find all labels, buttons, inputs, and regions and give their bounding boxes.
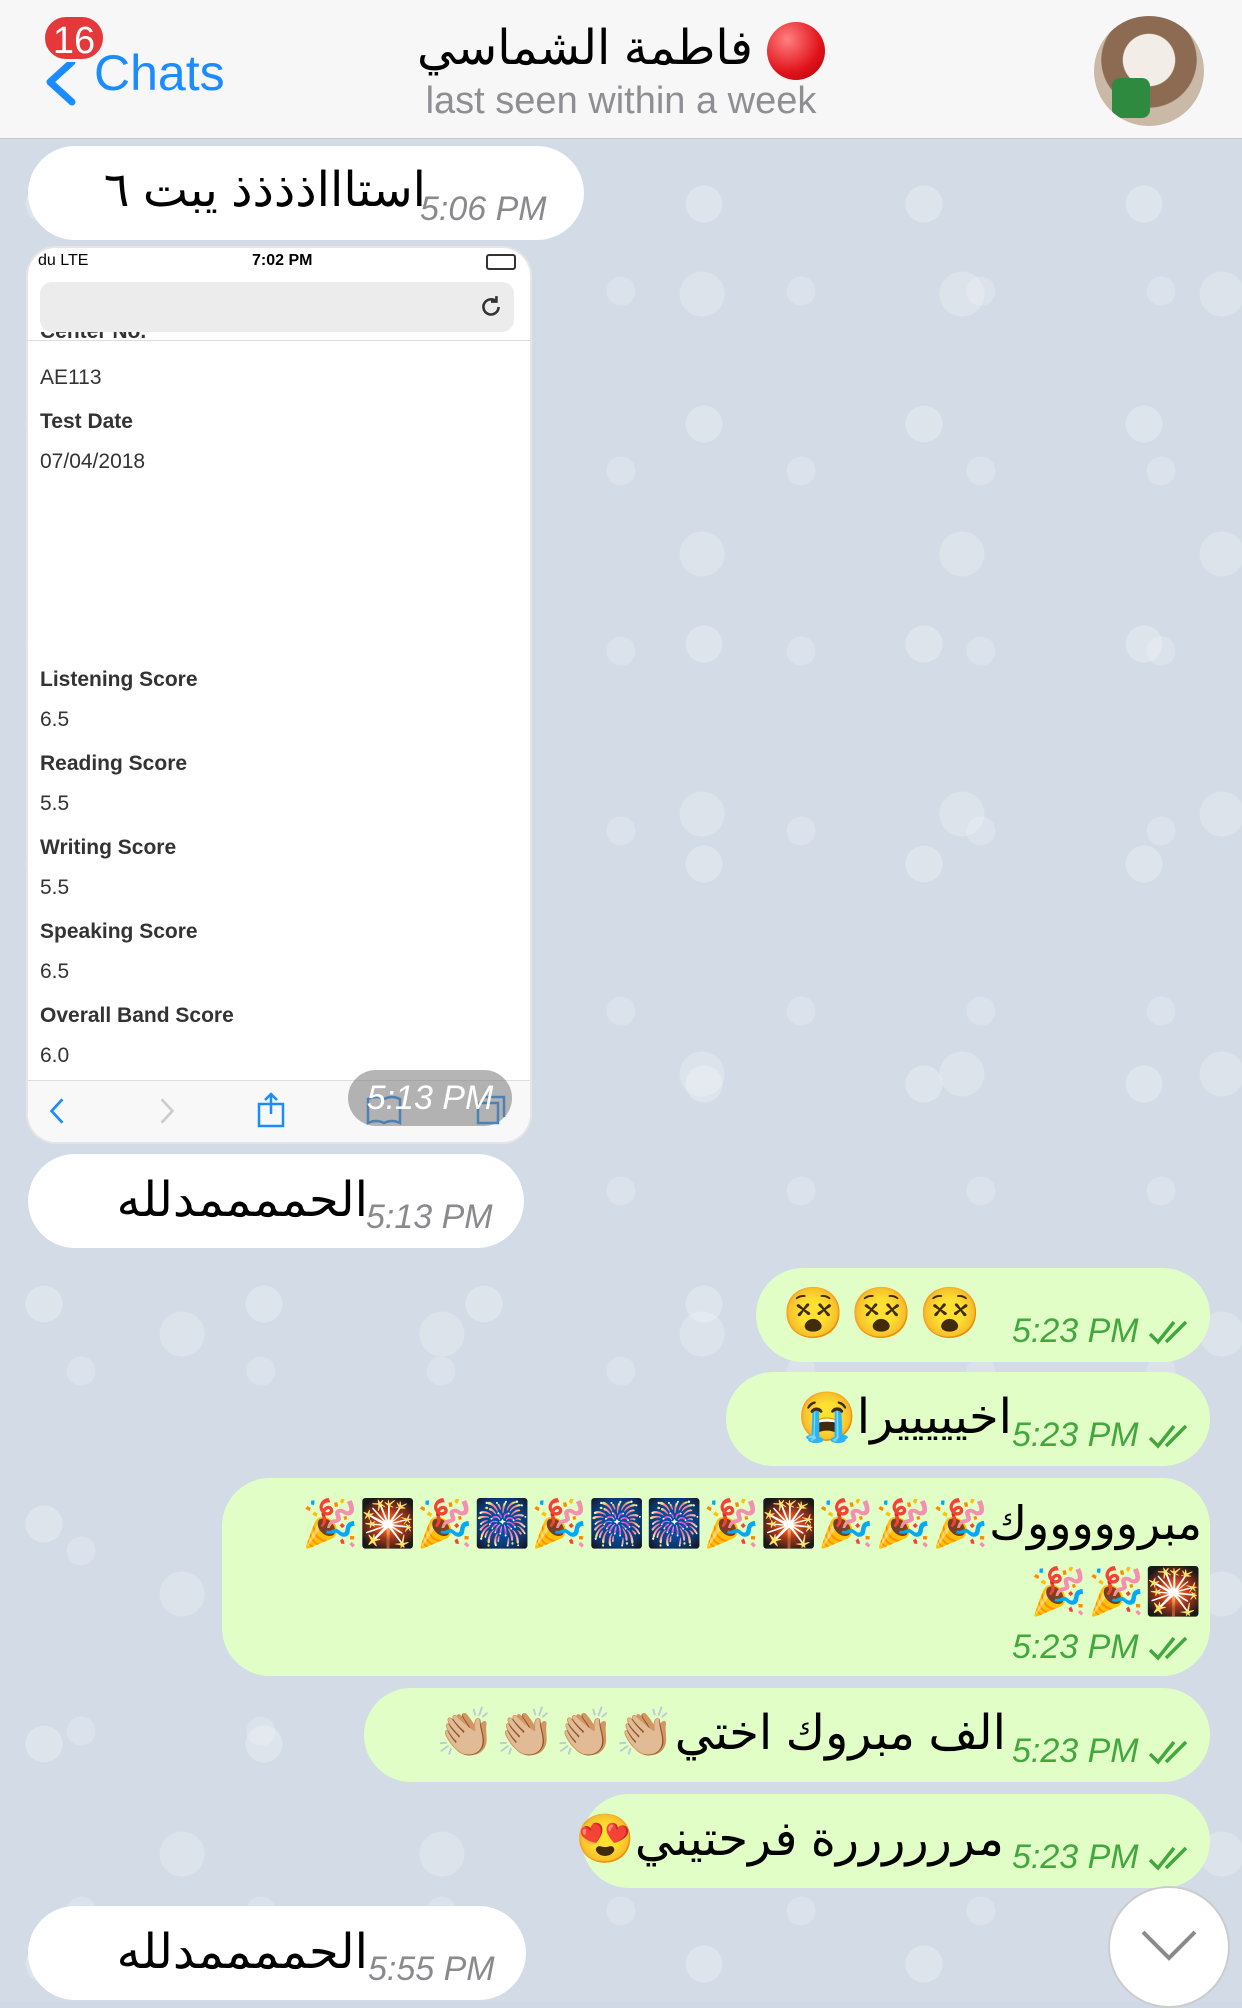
message-text: الحممممدلله: [116, 1926, 368, 1979]
screenshot-field-label: Test Date: [40, 410, 133, 433]
message-time: 5:23 PM: [1012, 1416, 1139, 1454]
double-check-icon: [1148, 1636, 1188, 1661]
screenshot-field-value: 6.5: [40, 708, 70, 731]
image-message[interactable]: du LTE 7:02 PM Center No. AE113 Test Dat…: [28, 248, 530, 1142]
message-bubble-outgoing[interactable]: اخيييييرا😭 5:23 PM: [726, 1372, 1210, 1466]
message-time: 5:55 PM: [368, 1950, 495, 1988]
message-text: اخيييييرا😭: [796, 1391, 1012, 1444]
message-bubble-incoming[interactable]: الحممممدلله 5:55 PM: [28, 1906, 526, 2000]
screenshot-field-value: 5.5: [40, 792, 70, 815]
message-text: الف مبروك اختي👏🏼👏🏼👏🏼👏🏼: [435, 1707, 1006, 1760]
reload-icon: [482, 296, 500, 316]
chevron-right-icon: [160, 1098, 175, 1124]
screenshot-url-bar: [40, 282, 514, 332]
battery-icon: [486, 254, 516, 270]
screenshot-status-bar: du LTE 7:02 PM: [28, 248, 530, 276]
message-time: 5:23 PM: [1012, 1838, 1139, 1876]
message-text: الحممممدلله: [116, 1174, 368, 1227]
message-bubble-outgoing[interactable]: مبروووووك🎉🎉🎉🎇🎉🎆🎆🎉🎆🎉🎇🎉 🎇🎉🎉 5:23 PM: [222, 1478, 1210, 1676]
message-bubble-incoming[interactable]: استاااذذذذ يبت ٦ 5:06 PM: [28, 146, 584, 240]
chevron-left-icon: [49, 1098, 64, 1124]
double-check-icon: [1148, 1320, 1188, 1345]
last-seen-status: last seen within a week: [425, 80, 817, 122]
message-bubble-outgoing[interactable]: الف مبروك اختي👏🏼👏🏼👏🏼👏🏼 5:23 PM: [364, 1688, 1210, 1782]
message-time: 5:13 PM: [366, 1198, 493, 1236]
message-text: استاااذذذذ يبت ٦: [103, 164, 426, 217]
screenshot-field-value: AE113: [40, 366, 102, 389]
screenshot-field-label: Reading Score: [40, 752, 188, 775]
screenshot-field-label: Speaking Score: [40, 920, 198, 943]
message-text: مررررررة فرحتيني😍: [575, 1813, 1004, 1866]
screenshot-field-label: Listening Score: [40, 668, 198, 691]
screenshot-field-label: Overall Band Score: [40, 1004, 234, 1027]
message-text: 😵😵😵: [782, 1285, 987, 1341]
chat-header: 16 Chats فاطمة الشماسي last seen within …: [0, 0, 1242, 139]
message-time: 5:23 PM: [1012, 1312, 1139, 1350]
message-bubble-outgoing[interactable]: 😵😵😵 5:23 PM: [756, 1268, 1210, 1362]
message-time: 5:23 PM: [1012, 1732, 1139, 1770]
screenshot-carrier: du LTE: [38, 252, 89, 269]
screenshot-clock: 7:02 PM: [252, 252, 313, 269]
screenshot-field-value: 6.5: [40, 960, 70, 983]
contact-title[interactable]: فاطمة الشماسي: [0, 20, 1242, 81]
message-time: 5:06 PM: [420, 190, 547, 228]
double-check-icon: [1148, 1740, 1188, 1765]
message-time: 5:23 PM: [1012, 1628, 1139, 1666]
image-time-overlay: 5:13 PM: [348, 1070, 512, 1126]
message-text-line-2: 🎇🎉🎉: [1030, 1565, 1202, 1617]
share-icon: [257, 1092, 285, 1128]
scroll-to-bottom-button[interactable]: [1108, 1886, 1230, 2008]
double-check-icon: [1148, 1846, 1188, 1871]
avatar[interactable]: [1094, 16, 1204, 126]
double-check-icon: [1148, 1424, 1188, 1449]
screenshot-field-value: 5.5: [40, 876, 70, 899]
chevron-down-icon: [1141, 1930, 1197, 1961]
contact-name: فاطمة الشماسي: [417, 22, 753, 75]
message-bubble-incoming[interactable]: الحممممدلله 5:13 PM: [28, 1154, 524, 1248]
screenshot-field-value: 6.0: [40, 1044, 70, 1067]
screenshot-field-label: Writing Score: [40, 836, 177, 859]
screenshot-field-value: 07/04/2018: [40, 450, 146, 473]
message-bubble-outgoing[interactable]: مررررررة فرحتيني😍 5:23 PM: [575, 1794, 1210, 1888]
red-circle-icon: [766, 22, 825, 81]
message-text: مبروووووك🎉🎉🎉🎇🎉🎆🎆🎉🎆🎉🎇🎉: [301, 1497, 1202, 1549]
